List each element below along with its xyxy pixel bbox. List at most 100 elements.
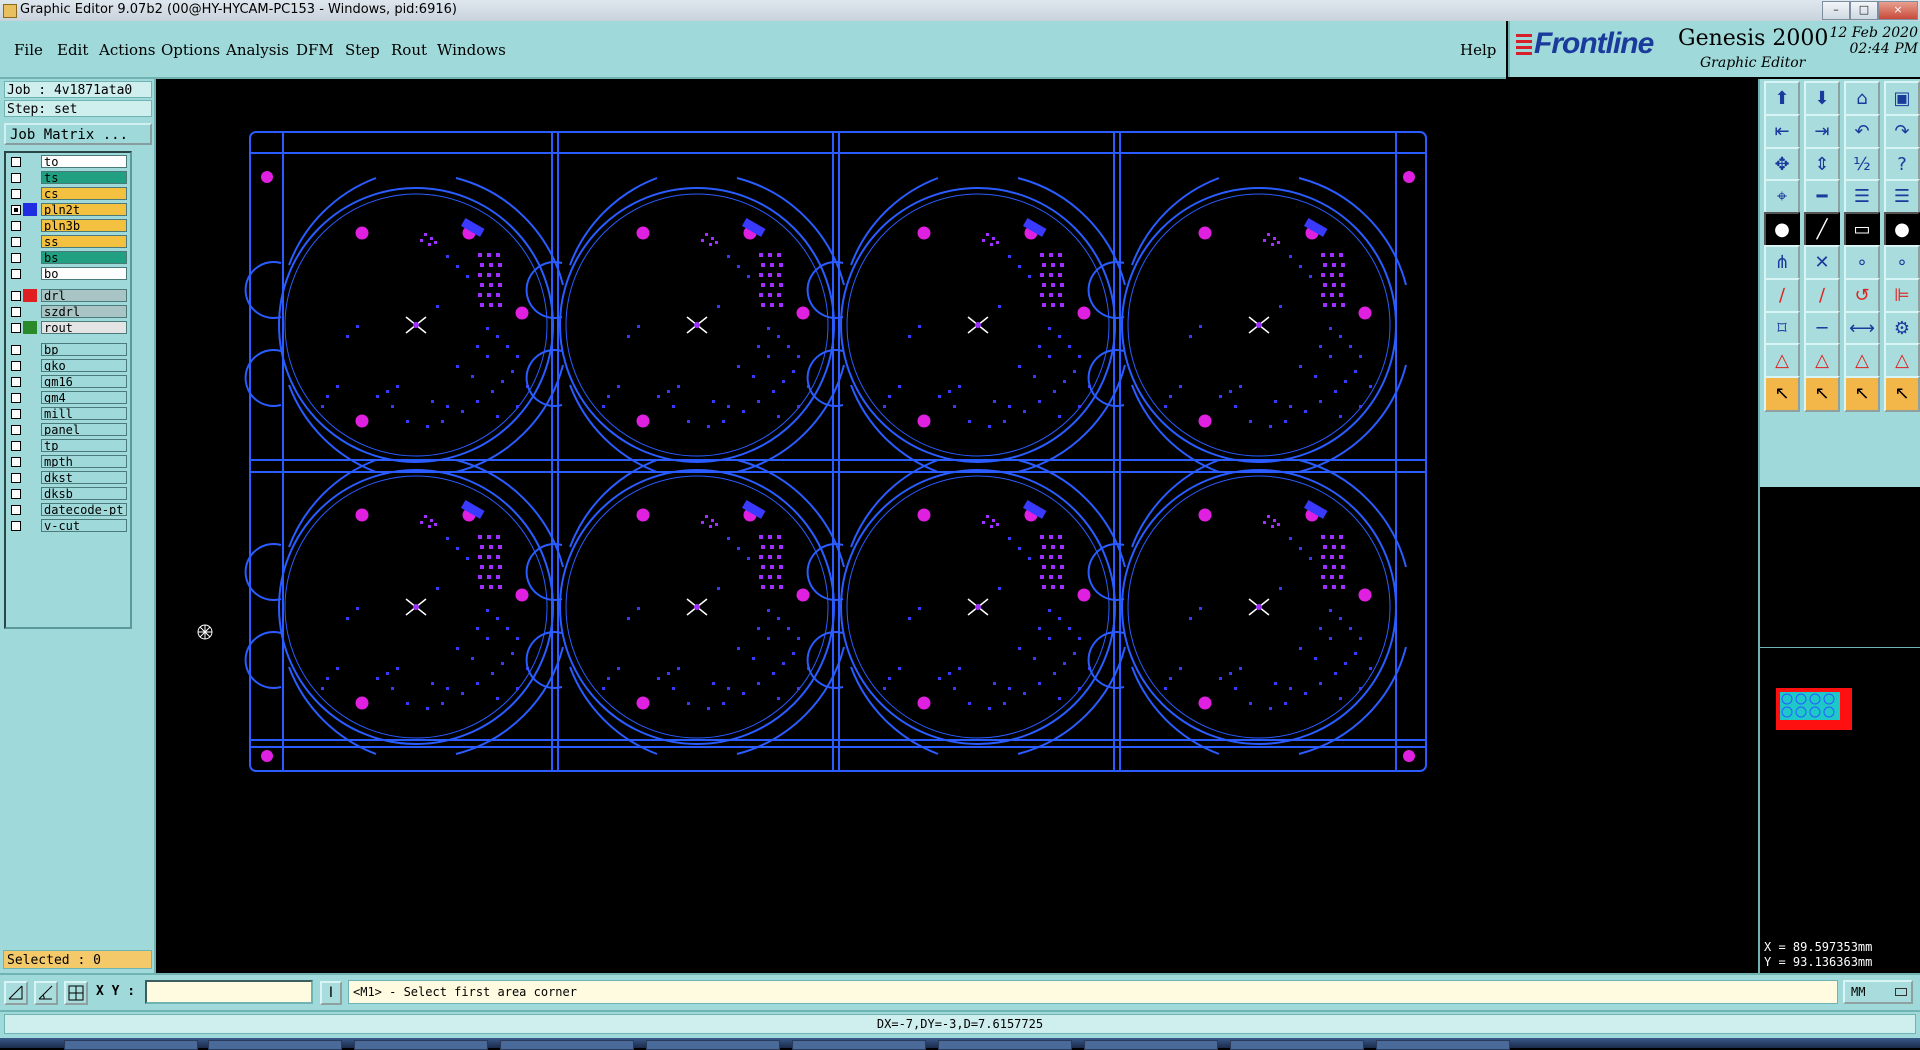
layer-name[interactable]: datecode-pt — [41, 503, 127, 516]
layer-checkbox[interactable] — [11, 361, 21, 371]
drill-tool-button[interactable]: ⌖ — [1764, 179, 1800, 216]
layer-row-tp[interactable]: tp — [8, 439, 128, 453]
save-job-button[interactable]: ⬇ — [1804, 81, 1840, 117]
layer-name[interactable]: v-cut — [41, 519, 127, 532]
layer-checkbox[interactable] — [11, 441, 21, 451]
layer-color-swatch[interactable] — [23, 251, 37, 264]
layer-checkbox[interactable] — [11, 521, 21, 531]
menu-options[interactable]: Options — [161, 41, 220, 59]
layer-row-cs[interactable]: cs — [8, 187, 128, 201]
layer-checkbox[interactable] — [11, 425, 21, 435]
layer-row-ts[interactable]: ts — [8, 171, 128, 185]
pointer-button[interactable]: ↖ — [1764, 376, 1800, 413]
menu-rout[interactable]: Rout — [391, 41, 427, 59]
menu-step[interactable]: Step — [345, 41, 380, 59]
window-layout-button[interactable]: ▣ — [1884, 81, 1920, 117]
board-view[interactable] — [156, 79, 1756, 973]
layer-color-swatch[interactable] — [23, 439, 37, 452]
job-matrix-button[interactable]: Job Matrix ... — [4, 123, 152, 145]
layer-color-swatch[interactable] — [23, 407, 37, 420]
layer-row-datecode-pt[interactable]: datecode-pt — [8, 503, 128, 517]
zoom-fit-button[interactable]: ✥ — [1764, 146, 1800, 183]
layer-name[interactable]: rout — [41, 321, 127, 334]
taskbar-item[interactable] — [208, 1040, 342, 1050]
layer-row-rout[interactable]: rout — [8, 321, 128, 335]
layer-row-dksb[interactable]: dksb — [8, 487, 128, 501]
pointer-3-button[interactable]: ↖ — [1844, 376, 1880, 413]
snap-button[interactable]: ⌑ — [1764, 310, 1800, 347]
layer-stack-2-button[interactable]: ☰ — [1884, 179, 1920, 216]
layer-checkbox[interactable] — [11, 253, 21, 263]
layer-color-swatch[interactable] — [23, 187, 37, 200]
layer-checkbox[interactable] — [11, 291, 21, 301]
layer-row-dkst[interactable]: dkst — [8, 471, 128, 485]
layer-color-swatch[interactable] — [23, 471, 37, 484]
home-button[interactable]: ⌂ — [1844, 81, 1880, 117]
delete-node-button[interactable]: ✕ — [1804, 245, 1840, 281]
close-button[interactable]: × — [1878, 1, 1918, 20]
layer-color-swatch[interactable] — [23, 235, 37, 248]
maximize-button[interactable]: □ — [1850, 1, 1878, 20]
layer-row-gm4[interactable]: gm4 — [8, 391, 128, 405]
layer-checkbox[interactable] — [11, 409, 21, 419]
layer-row-szdrl[interactable]: szdrl — [8, 305, 128, 319]
menu-analysis[interactable]: Analysis — [226, 41, 289, 59]
taskbar-item[interactable] — [938, 1040, 1072, 1050]
layer-color-swatch[interactable] — [23, 321, 37, 334]
layer-checkbox[interactable] — [11, 505, 21, 515]
minimize-button[interactable]: – — [1822, 1, 1850, 20]
redo-button[interactable]: ↷ — [1884, 113, 1920, 150]
layer-name[interactable]: gm16 — [41, 375, 127, 388]
layer-color-swatch[interactable] — [23, 519, 37, 532]
layer-row-gko[interactable]: gko — [8, 359, 128, 373]
layer-name[interactable]: gko — [41, 359, 127, 372]
overview-preview[interactable] — [1760, 647, 1920, 771]
align-button[interactable]: ⊫ — [1884, 277, 1920, 314]
layer-row-pln2t[interactable]: pln2t — [8, 203, 128, 217]
layer-color-swatch[interactable] — [23, 343, 37, 356]
triangle-4-button[interactable]: △ — [1884, 343, 1920, 380]
layer-name[interactable]: ts — [41, 171, 127, 184]
layer-color-swatch[interactable] — [23, 267, 37, 280]
layer-row-bo[interactable]: bo — [8, 267, 128, 281]
layer-color-swatch[interactable] — [23, 155, 37, 168]
taskbar-item[interactable] — [1230, 1040, 1364, 1050]
layer-checkbox[interactable] — [11, 269, 21, 279]
layer-name[interactable]: mill — [41, 407, 127, 420]
taskbar-item[interactable] — [1084, 1040, 1218, 1050]
layer-row-mill[interactable]: mill — [8, 407, 128, 421]
menu-dfm[interactable]: DFM — [296, 41, 334, 59]
layer-row-mpth[interactable]: mpth — [8, 455, 128, 469]
layer-name[interactable]: dksb — [41, 487, 127, 500]
layer-row-v-cut[interactable]: v-cut — [8, 519, 128, 533]
layer-checkbox[interactable] — [11, 221, 21, 231]
arc-button[interactable]: ↺ — [1844, 277, 1880, 314]
layer-row-pln3b[interactable]: pln3b — [8, 219, 128, 233]
taskbar-item[interactable] — [646, 1040, 780, 1050]
menu-actions[interactable]: Actions — [99, 41, 155, 59]
layer-row-to[interactable]: to — [8, 155, 128, 169]
layer-checkbox[interactable] — [11, 157, 21, 167]
layer-checkbox[interactable] — [11, 237, 21, 247]
layer-checkbox[interactable] — [11, 173, 21, 183]
measure-button[interactable]: ⟷ — [1844, 310, 1880, 347]
layer-color-swatch[interactable] — [23, 423, 37, 436]
pointer-4-button[interactable]: ↖ — [1884, 376, 1920, 413]
open-job-button[interactable]: ⬆ — [1764, 81, 1800, 117]
taskbar-item[interactable] — [500, 1040, 634, 1050]
menu-file[interactable]: File — [14, 41, 43, 59]
layer-name[interactable]: ss — [41, 235, 127, 248]
layer-checkbox[interactable] — [11, 307, 21, 317]
layer-row-bs[interactable]: bs — [8, 251, 128, 265]
layer-row-bp[interactable]: bp — [8, 343, 128, 357]
connect-nodes-button[interactable]: ⋔ — [1764, 245, 1800, 281]
components-button[interactable]: ⚙ — [1884, 310, 1920, 347]
layer-name[interactable]: dkst — [41, 471, 127, 484]
layer-name[interactable]: bo — [41, 267, 127, 280]
info-button[interactable]: I — [320, 981, 342, 1005]
layer-checkbox[interactable] — [11, 345, 21, 355]
layer-name[interactable]: tp — [41, 439, 127, 452]
node-edit-button[interactable]: ∘ — [1844, 245, 1880, 281]
triangle-3-button[interactable]: △ — [1844, 343, 1880, 380]
help-query-button[interactable]: ? — [1884, 146, 1920, 183]
